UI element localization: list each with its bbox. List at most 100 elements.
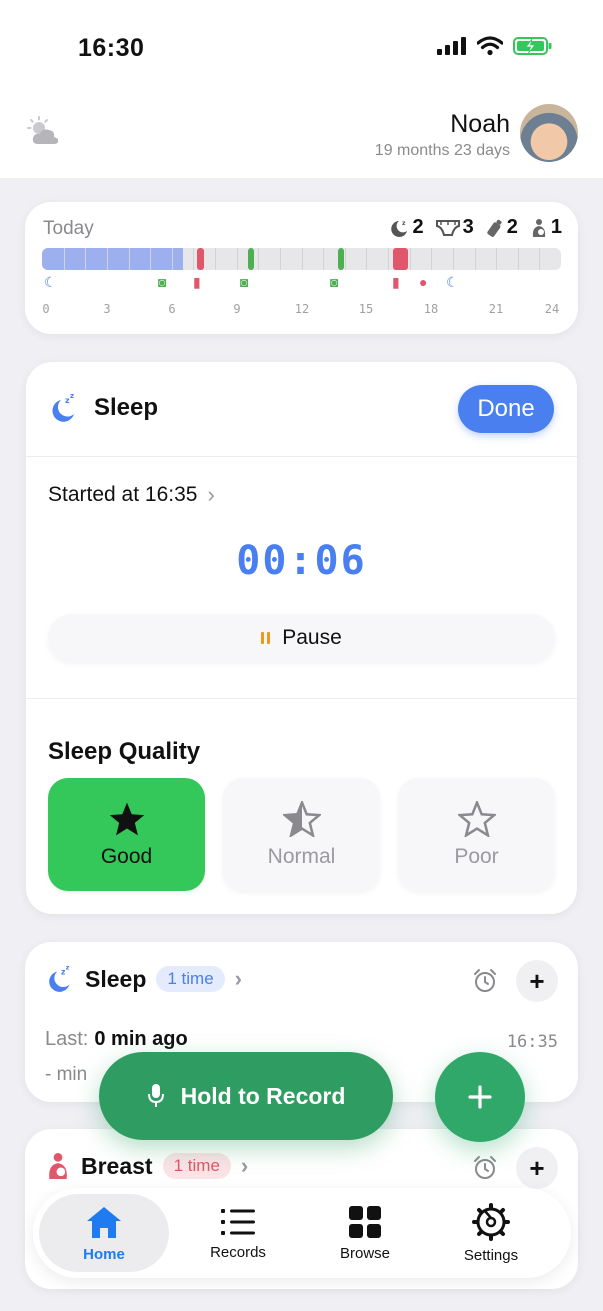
- quality-normal-label: Normal: [267, 844, 336, 868]
- avatar[interactable]: [520, 104, 578, 162]
- profile-header: Noah 19 months 23 days: [0, 96, 603, 178]
- plus-icon: +: [529, 965, 545, 996]
- sleep-card-header: zz Sleep: [48, 392, 158, 424]
- timeline-diaper-mark: [338, 248, 344, 270]
- tick-label: 24: [544, 302, 560, 316]
- tab-label: Settings: [463, 1246, 519, 1264]
- tick-label: 18: [423, 302, 439, 316]
- diaper-icon: ◙: [158, 274, 167, 290]
- svg-text:z: z: [402, 220, 406, 227]
- breastfeed-count: 1: [530, 216, 562, 239]
- active-sleep-card: zz Sleep Done Started at 16:35 › 00:06 P…: [26, 362, 577, 914]
- bottle-icon: [487, 219, 502, 237]
- chevron-right-icon: ›: [240, 1153, 249, 1178]
- pause-label: Pause: [282, 626, 342, 649]
- baby-name[interactable]: Noah: [450, 110, 510, 139]
- divider: [26, 698, 577, 699]
- started-at-text: Started at 16:35: [48, 483, 198, 506]
- last-record: Last: 0 min ago: [45, 1028, 188, 1050]
- sleep-moon-icon: z: [390, 220, 407, 237]
- quality-good-button[interactable]: Good: [48, 778, 205, 891]
- svg-text:z: z: [66, 964, 70, 972]
- today-label: Today: [43, 218, 94, 239]
- plus-icon: +: [529, 1152, 545, 1183]
- breastfeed-icon: [49, 1153, 67, 1179]
- tab-browse[interactable]: Browse: [300, 1194, 430, 1272]
- svg-text:z: z: [61, 967, 65, 976]
- quality-normal-button[interactable]: Normal: [223, 778, 380, 891]
- wifi-icon: [477, 36, 503, 56]
- count-badge: 1 time: [162, 1153, 231, 1179]
- quality-poor-button[interactable]: Poor: [398, 778, 555, 891]
- tick-label: 12: [294, 302, 310, 316]
- plus-icon: [468, 1085, 492, 1109]
- microphone-icon: [147, 1084, 164, 1107]
- baby-age: 19 months 23 days: [374, 142, 510, 159]
- diaper-icon: ◙: [330, 274, 339, 290]
- timeline-feeding-mark: [393, 248, 408, 270]
- status-bar: 16:30: [0, 0, 603, 96]
- pause-icon: [261, 632, 271, 644]
- tab-bar: Home Records Browse Settings: [33, 1188, 571, 1278]
- add-sleep-button[interactable]: +: [516, 960, 558, 1002]
- sleep-timer: 00:06: [236, 538, 367, 584]
- alarm-clock-icon[interactable]: [472, 1155, 498, 1181]
- tab-home[interactable]: Home: [39, 1194, 169, 1272]
- sleep-moon-icon: zz: [49, 964, 70, 992]
- timeline-bottle-mark: [197, 248, 204, 270]
- breast-record-header: Breast 1 time ›: [45, 1151, 248, 1181]
- done-button[interactable]: Done: [458, 385, 554, 433]
- tick-label: 9: [233, 302, 241, 316]
- record-duration: - min: [45, 1064, 88, 1085]
- add-breast-button[interactable]: +: [516, 1147, 558, 1189]
- tab-settings[interactable]: Settings: [426, 1194, 556, 1272]
- breastfeed-icon: ●: [419, 274, 428, 290]
- sleep-moon-icon: ☾: [446, 274, 459, 290]
- today-timeline[interactable]: [42, 248, 561, 270]
- diaper-icon: [435, 219, 460, 236]
- sleep-quality-title: Sleep Quality: [48, 738, 201, 765]
- tick-label: 6: [168, 302, 176, 316]
- tick-label: 21: [488, 302, 504, 316]
- status-time: 16:30: [78, 34, 145, 62]
- tab-label: Records: [210, 1243, 266, 1261]
- bottle-count: 2: [486, 216, 518, 239]
- signal-icon: [437, 37, 466, 55]
- home-icon: [87, 1206, 121, 1238]
- add-fab-button[interactable]: [435, 1052, 525, 1142]
- sleep-moon-icon: zz: [52, 392, 74, 422]
- battery-charging-icon: [513, 37, 552, 55]
- record-title: Breast: [81, 1152, 153, 1179]
- sleep-moon-icon: ☾: [44, 274, 57, 290]
- last-record-time: 16:35: [506, 1032, 558, 1052]
- star-filled-icon: [109, 802, 144, 835]
- pause-button[interactable]: Pause: [48, 614, 555, 662]
- breastfeed-icon: [532, 218, 545, 237]
- record-label: Hold to Record: [180, 1082, 346, 1109]
- chevron-right-icon: ›: [234, 966, 242, 991]
- diaper-count: 3: [435, 216, 474, 239]
- hold-to-record-button[interactable]: Hold to Record: [99, 1052, 393, 1140]
- tab-label: Browse: [339, 1244, 391, 1262]
- quality-good-label: Good: [100, 844, 153, 868]
- today-summary-card[interactable]: Today z 2 3 2 1 ☾ ◙ ▮ ◙ ◙ ▮ ● ☾ 0 3 6 9 …: [25, 202, 578, 334]
- tick-label: 3: [103, 302, 111, 316]
- today-counts: z 2 3 2 1: [390, 216, 562, 239]
- tab-records[interactable]: Records: [173, 1194, 303, 1272]
- bottle-icon: ▮: [392, 274, 400, 290]
- sleep-card-title: Sleep: [94, 394, 159, 421]
- partly-cloudy-icon[interactable]: [26, 116, 62, 148]
- quality-poor-label: Poor: [454, 844, 499, 868]
- tick-label: 0: [42, 302, 50, 316]
- started-at-row[interactable]: Started at 16:35 ›: [48, 482, 215, 508]
- timeline-event-icons: ☾ ◙ ▮ ◙ ◙ ▮ ● ☾: [42, 274, 561, 296]
- status-icons: [437, 36, 553, 56]
- tab-label: Home: [83, 1245, 125, 1263]
- bottle-icon: ▮: [193, 274, 201, 290]
- list-icon: [221, 1208, 255, 1235]
- chevron-right-icon: ›: [207, 482, 215, 507]
- count-badge: 1 time: [156, 966, 225, 992]
- record-title: Sleep: [85, 965, 147, 992]
- divider: [26, 456, 577, 457]
- alarm-clock-icon[interactable]: [472, 968, 498, 994]
